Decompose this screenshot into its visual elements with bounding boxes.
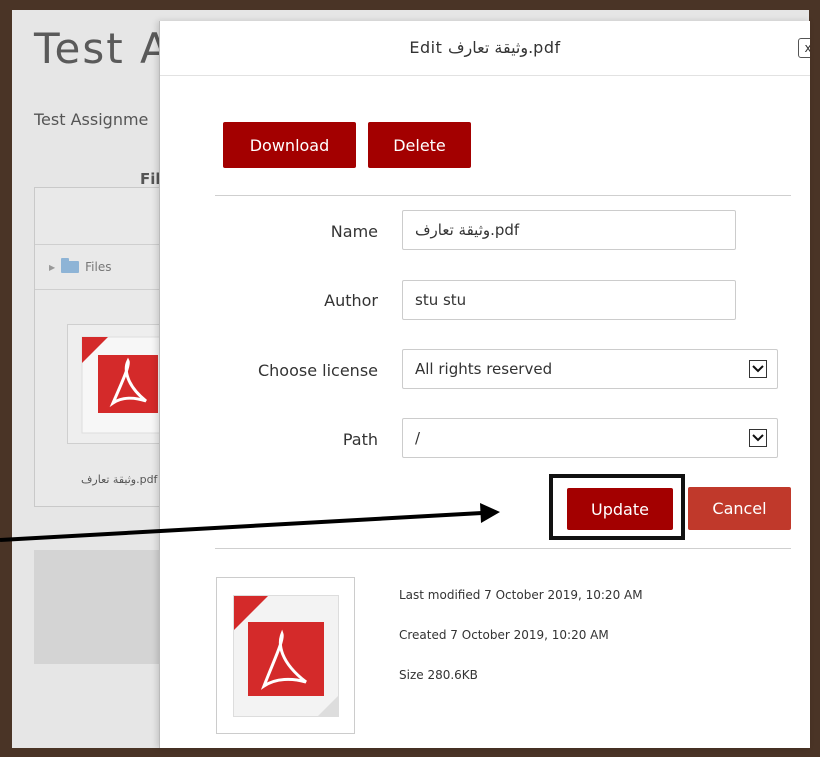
download-button[interactable]: Download [223,122,356,168]
page-subtitle: Test Assignme [34,110,149,129]
dialog-title: Edit وثيقة تعارف.pdf [409,38,561,57]
delete-button[interactable]: Delete [368,122,471,168]
last-modified: Last modified 7 October 2019, 10:20 AM [399,588,643,602]
created-date: Created 7 October 2019, 10:20 AM [399,628,609,642]
path-value: / [415,429,421,447]
name-input[interactable]: وثيقة تعارف.pdf [402,210,736,250]
path-select[interactable]: / [402,418,778,458]
folder-icon [61,258,80,273]
chevron-down-icon[interactable] [749,429,767,447]
cancel-button[interactable]: Cancel [688,487,791,530]
license-value: All rights reserved [415,360,553,378]
close-button[interactable]: x [798,38,810,58]
highlight-box [549,474,685,540]
divider-bottom [215,548,791,549]
expand-triangle-icon[interactable]: ▶ [49,263,55,272]
author-label: Author [324,291,378,310]
author-value: stu stu [415,291,467,309]
preview-inner [233,595,339,717]
name-value: وثيقة تعارف.pdf [415,221,520,239]
name-label: Name [330,222,378,241]
license-label: Choose license [257,361,378,380]
divider-top [215,195,791,196]
path-label: Path [342,430,378,449]
close-icon: x [804,41,810,55]
pdf-icon [234,596,338,716]
file-name[interactable]: وثيقة تعارف.pdf [81,473,157,486]
chevron-down-icon[interactable] [749,360,767,378]
folder-label[interactable]: Files [85,260,111,274]
page-title: Test A [34,24,171,73]
file-size: Size 280.6KB [399,668,478,682]
edit-file-dialog: Edit وثيقة تعارف.pdf x Download Delete N… [159,21,810,748]
dialog-header: Edit وثيقة تعارف.pdf x [160,21,810,76]
license-select[interactable]: All rights reserved [402,349,778,389]
file-preview [216,577,355,734]
author-input[interactable]: stu stu [402,280,736,320]
